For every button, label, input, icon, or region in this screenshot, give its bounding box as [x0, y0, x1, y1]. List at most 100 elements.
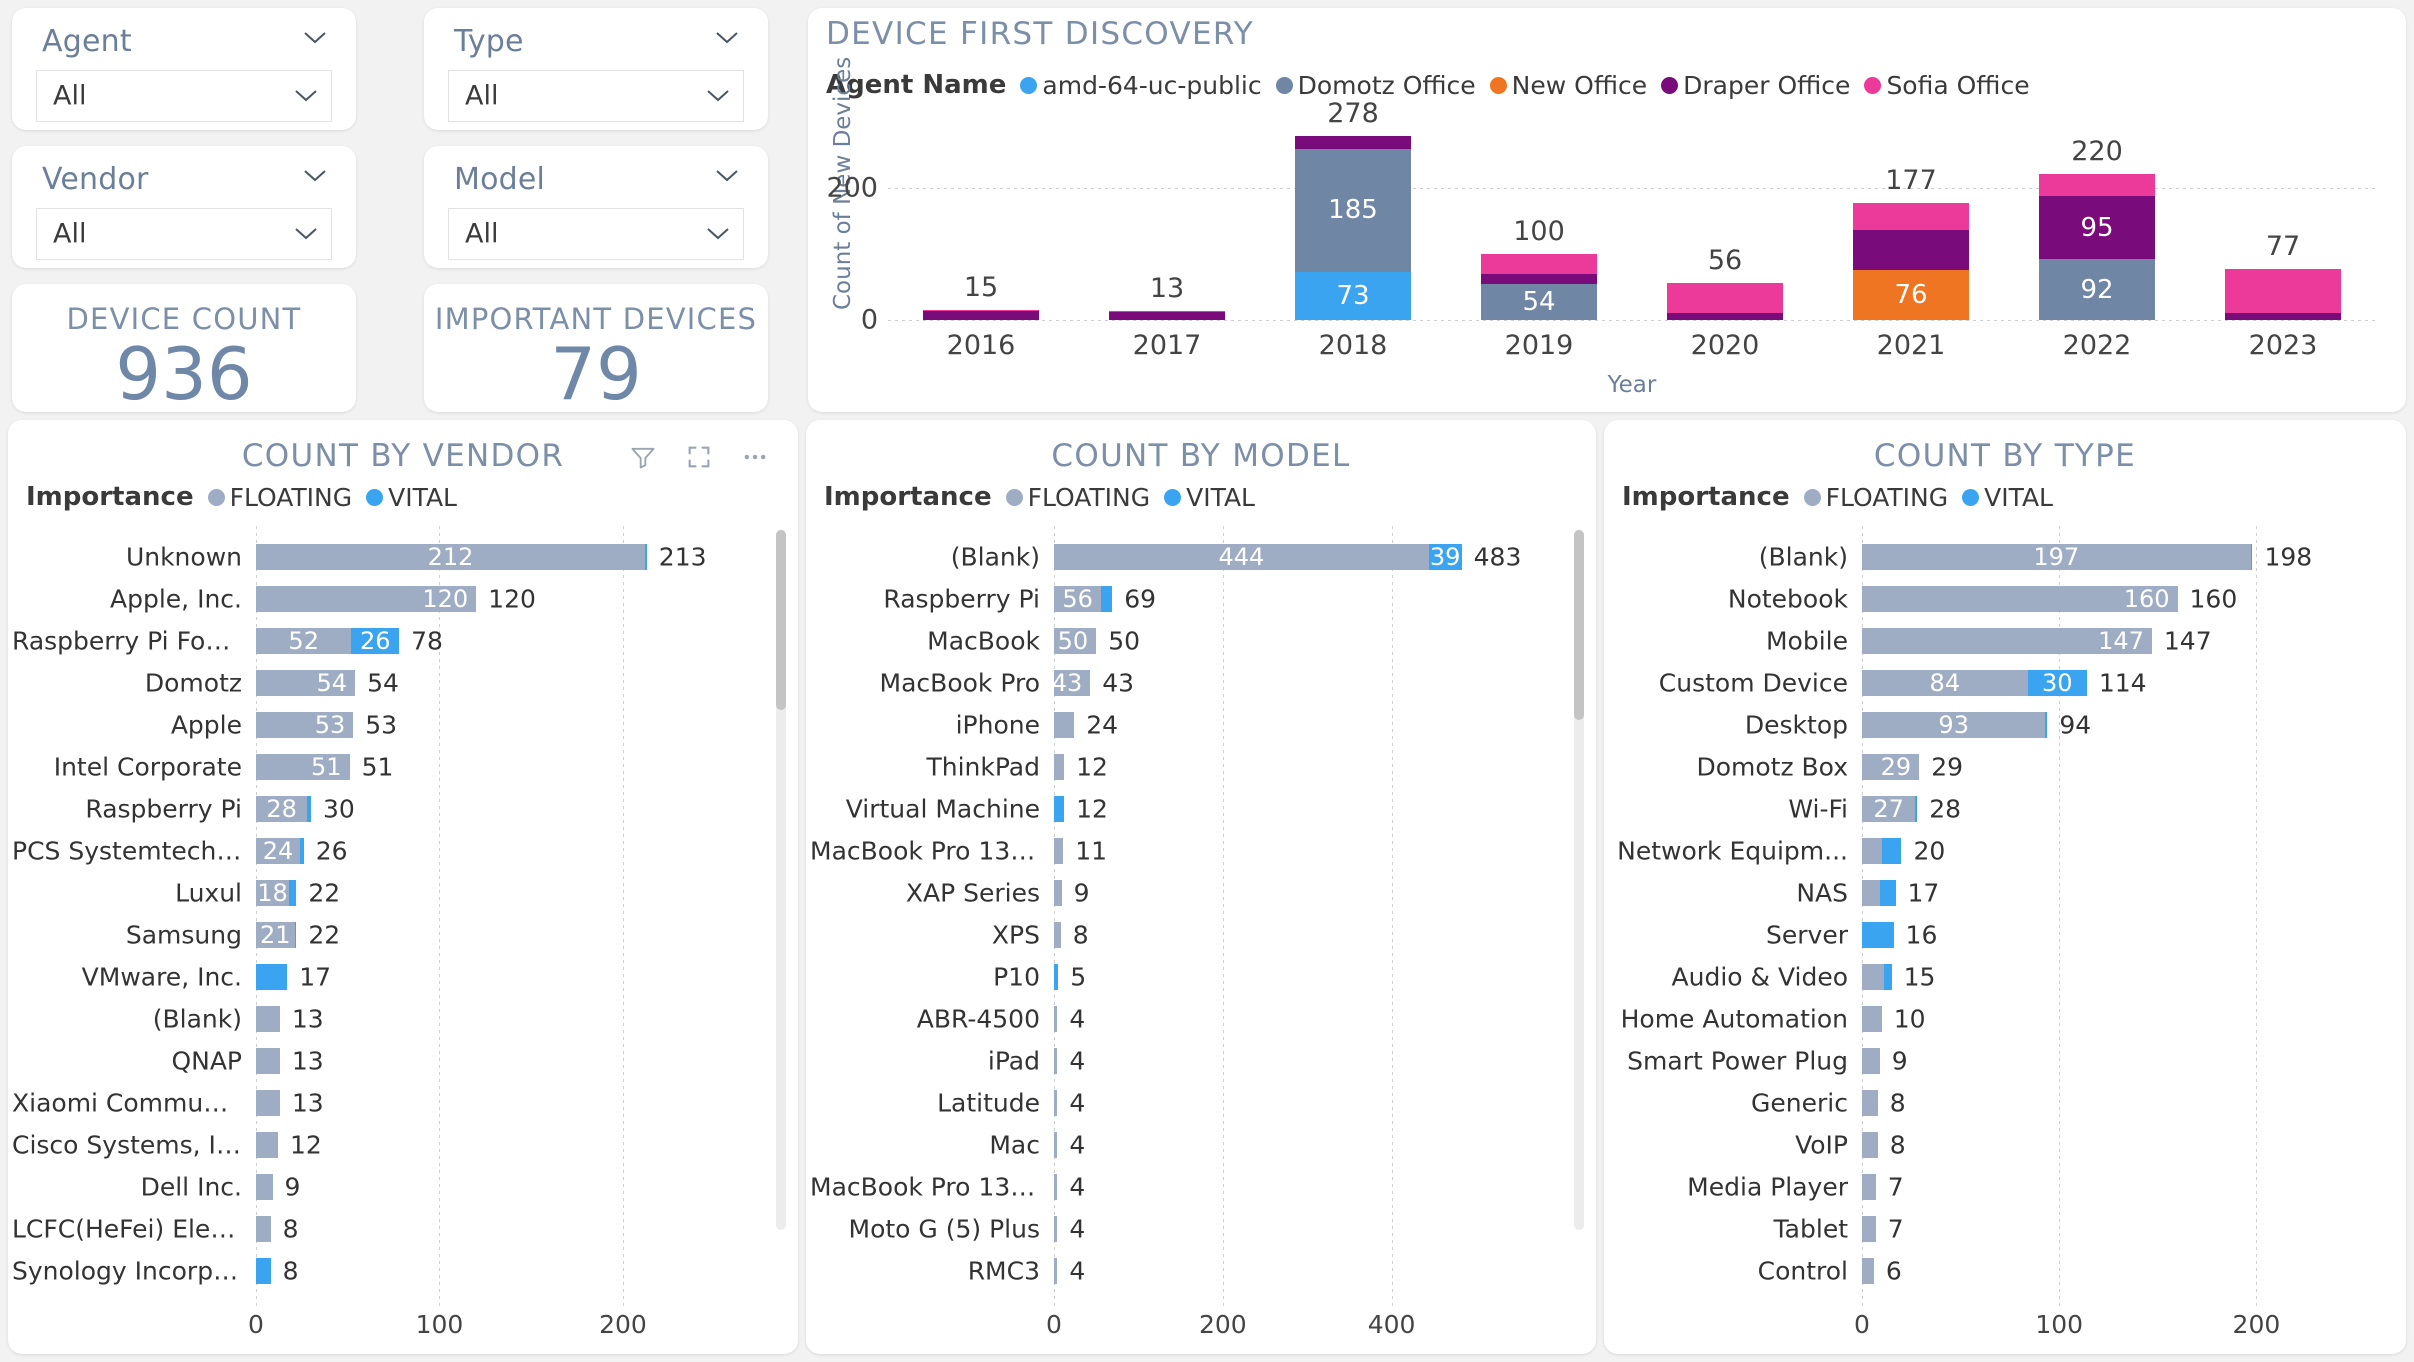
bar-segment[interactable]: [1109, 312, 1224, 320]
list-item[interactable]: Audio & Video15: [1604, 956, 2406, 998]
list-item[interactable]: MacBook Pro 13"...11: [806, 830, 1596, 872]
bar-segment[interactable]: 76: [1853, 270, 1968, 320]
bar-segment[interactable]: [923, 311, 1038, 320]
bar-segment-vital[interactable]: [307, 796, 311, 822]
bar-segment-floating[interactable]: [256, 1090, 280, 1116]
bar-segment-floating[interactable]: 43: [1054, 670, 1090, 696]
legend-item[interactable]: New Office: [1490, 71, 1647, 100]
model-scrollbar-thumb[interactable]: [1574, 530, 1584, 720]
list-item[interactable]: Xiaomi Communi...13: [8, 1082, 798, 1124]
bar-segment-floating[interactable]: [256, 1174, 273, 1200]
bar-segment-floating[interactable]: [1054, 922, 1061, 948]
list-item[interactable]: VoIP8: [1604, 1124, 2406, 1166]
bar-column[interactable]: [923, 310, 1038, 320]
bar-segment-floating[interactable]: [1054, 880, 1062, 906]
bar-segment-floating[interactable]: 28: [256, 796, 307, 822]
list-item[interactable]: XAP Series9: [806, 872, 1596, 914]
bar-segment-floating[interactable]: [1862, 1174, 1876, 1200]
legend-item[interactable]: FLOATING: [1804, 483, 1949, 512]
bar-segment-vital[interactable]: [1054, 796, 1064, 822]
bar-segment-floating[interactable]: 54: [256, 670, 355, 696]
bar-column[interactable]: [1109, 311, 1224, 320]
list-item[interactable]: Wi-Fi2728: [1604, 788, 2406, 830]
chevron-down-icon[interactable]: [304, 32, 326, 44]
bar-segment-floating[interactable]: [256, 1006, 280, 1032]
list-item[interactable]: Control6: [1604, 1250, 2406, 1292]
bar-segment-floating[interactable]: 52: [256, 628, 351, 654]
legend-item[interactable]: VITAL: [366, 483, 457, 512]
list-item[interactable]: Luxul1822: [8, 872, 798, 914]
bar-segment[interactable]: [923, 310, 1038, 311]
bar-segment-vital[interactable]: [256, 964, 287, 990]
list-item[interactable]: LCFC(HeFei) Elect...8: [8, 1208, 798, 1250]
bar-column[interactable]: 9295: [2039, 174, 2154, 320]
list-item[interactable]: PCS Systemtechn...2426: [8, 830, 798, 872]
list-item[interactable]: VMware, Inc.17: [8, 956, 798, 998]
bar-segment-floating[interactable]: [1054, 1048, 1057, 1074]
bar-segment[interactable]: 73: [1295, 272, 1410, 320]
list-item[interactable]: Raspberry Pi Fou...522678: [8, 620, 798, 662]
legend-item[interactable]: FLOATING: [1006, 483, 1151, 512]
bar-segment-floating[interactable]: 147: [1862, 628, 2152, 654]
bar-segment-vital[interactable]: 30: [2028, 670, 2087, 696]
list-item[interactable]: Cisco Systems, Inc12: [8, 1124, 798, 1166]
bar-segment-vital[interactable]: [2045, 712, 2047, 738]
slicer-vendor-dropdown[interactable]: All: [36, 208, 332, 260]
legend-item[interactable]: Draper Office: [1661, 71, 1850, 100]
list-item[interactable]: Custom Device8430114: [1604, 662, 2406, 704]
bar-segment[interactable]: [2225, 269, 2340, 313]
list-item[interactable]: Apple, Inc.120120: [8, 578, 798, 620]
bar-segment-floating[interactable]: 56: [1054, 586, 1101, 612]
bar-segment[interactable]: [1667, 313, 1782, 320]
list-item[interactable]: Mac4: [806, 1124, 1596, 1166]
bar-column[interactable]: [2225, 269, 2340, 320]
list-item[interactable]: Dell Inc.9: [8, 1166, 798, 1208]
bar-segment-floating[interactable]: [1054, 1174, 1057, 1200]
list-item[interactable]: (Blank)13: [8, 998, 798, 1040]
list-item[interactable]: Home Automation10: [1604, 998, 2406, 1040]
chevron-down-icon[interactable]: [707, 228, 729, 240]
bar-segment[interactable]: [1853, 203, 1968, 230]
bar-segment-floating[interactable]: 53: [256, 712, 353, 738]
bar-segment[interactable]: 185: [1295, 149, 1410, 271]
bar-segment-floating[interactable]: 24: [256, 838, 300, 864]
bar-segment-floating[interactable]: [1862, 1216, 1876, 1242]
bar-segment-floating[interactable]: 160: [1862, 586, 2178, 612]
bar-segment-floating[interactable]: [1054, 754, 1064, 780]
list-item[interactable]: iPhone24: [806, 704, 1596, 746]
bar-segment-floating[interactable]: 21: [256, 922, 295, 948]
bar-segment-floating[interactable]: 444: [1054, 544, 1429, 570]
bar-segment-floating[interactable]: [1054, 1216, 1057, 1242]
bar-segment-vital[interactable]: [1880, 880, 1896, 906]
filter-icon[interactable]: [628, 442, 658, 472]
bar-segment[interactable]: 54: [1481, 284, 1596, 320]
more-options-icon[interactable]: [740, 442, 770, 472]
bar-segment-vital[interactable]: [295, 922, 297, 948]
legend-item[interactable]: VITAL: [1164, 483, 1255, 512]
bar-segment-floating[interactable]: [1054, 712, 1074, 738]
bar-segment-vital[interactable]: [1054, 964, 1058, 990]
bar-segment-floating[interactable]: 120: [256, 586, 476, 612]
chevron-down-icon[interactable]: [304, 170, 326, 182]
bar-segment-floating[interactable]: [1862, 964, 1884, 990]
list-item[interactable]: Raspberry Pi2830: [8, 788, 798, 830]
slicer-agent-dropdown[interactable]: All: [36, 70, 332, 122]
list-item[interactable]: Desktop9394: [1604, 704, 2406, 746]
bar-segment[interactable]: [1481, 274, 1596, 285]
list-item[interactable]: MacBook Pro 13"...4: [806, 1166, 1596, 1208]
bar-segment-floating[interactable]: [1862, 1006, 1882, 1032]
bar-column[interactable]: 73185: [1295, 136, 1410, 320]
bar-segment-floating[interactable]: [256, 1216, 271, 1242]
bar-segment-floating[interactable]: [1862, 1132, 1878, 1158]
bar-segment-floating[interactable]: [1054, 1132, 1057, 1158]
list-item[interactable]: Unknown212213: [8, 536, 798, 578]
bar-segment-vital[interactable]: [1915, 796, 1917, 822]
bar-segment-floating[interactable]: [1054, 1006, 1057, 1032]
bar-segment-floating[interactable]: 29: [1862, 754, 1919, 780]
bar-column[interactable]: [1667, 283, 1782, 320]
bar-segment[interactable]: [2225, 313, 2340, 320]
bar-segment-floating[interactable]: [1862, 838, 1882, 864]
device-first-discovery-plot[interactable]: Count of New Devices02001520161320177318…: [808, 108, 2406, 408]
slicer-type-dropdown[interactable]: All: [448, 70, 744, 122]
list-item[interactable]: Domotz5454: [8, 662, 798, 704]
